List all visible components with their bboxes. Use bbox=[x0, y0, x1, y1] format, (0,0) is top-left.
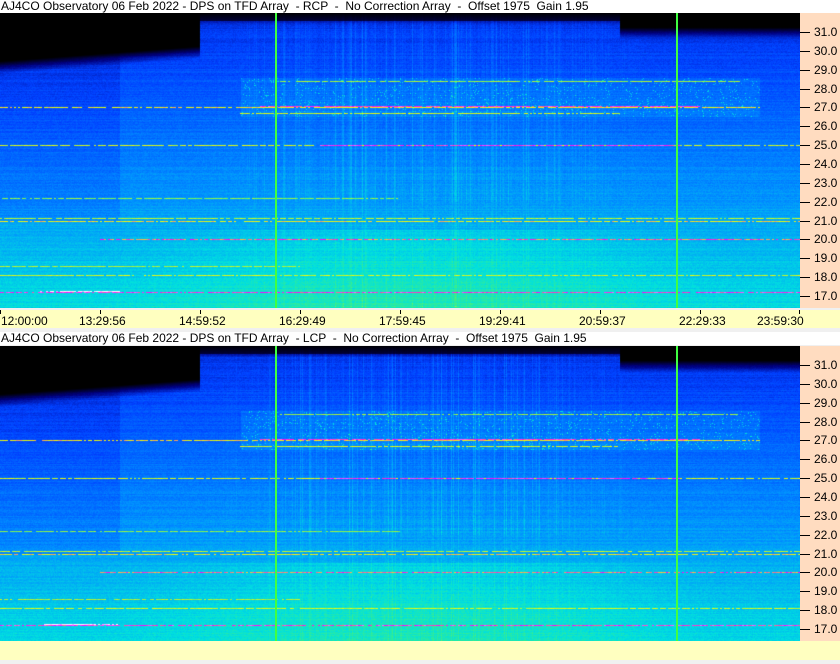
frequency-tick bbox=[800, 515, 810, 517]
frequency-label: 31.0 bbox=[814, 357, 838, 372]
time-label: 14:59:52 bbox=[179, 314, 226, 328]
frequency-tick bbox=[800, 239, 810, 241]
frequency-axis-rcp: 31.0 30.0 29.0 28.0 27.0 26.0 25.0 24.0 23.0 22.0… bbox=[800, 13, 840, 308]
panel-title-rcp: AJ4CO Observatory 06 Feb 2022 - DPS on T… bbox=[0, 0, 840, 13]
frequency-tick bbox=[800, 572, 810, 574]
frequency-label: 17.0 bbox=[814, 289, 838, 303]
frequency-label: 25.0 bbox=[814, 138, 838, 153]
frequency-tick bbox=[800, 126, 810, 128]
spectrogram-lcp[interactable] bbox=[0, 346, 800, 641]
frequency-axis-lcp: 31.0 30.0 29.0 28.0 27.0 26.0 25.0 24.0 23.0 22.0… bbox=[800, 346, 840, 641]
frequency-label: 30.0 bbox=[814, 376, 838, 391]
frequency-tick bbox=[800, 402, 810, 404]
frequency-label: 19.0 bbox=[814, 584, 838, 599]
frequency-tick bbox=[800, 220, 810, 222]
time-marker-line bbox=[275, 346, 277, 641]
frequency-label: 22.0 bbox=[814, 194, 838, 209]
frequency-tick bbox=[800, 201, 810, 203]
frequency-label: 27.0 bbox=[814, 433, 838, 448]
frequency-label: 22.0 bbox=[814, 527, 838, 542]
frequency-label: 26.0 bbox=[814, 119, 838, 134]
frequency-label: 21.0 bbox=[814, 546, 838, 561]
frequency-tick bbox=[800, 31, 810, 33]
frequency-tick bbox=[800, 69, 810, 71]
frequency-label: 20.0 bbox=[814, 565, 838, 580]
time-label: 16:29:49 bbox=[279, 314, 326, 328]
time-label: 13:29:56 bbox=[79, 314, 126, 328]
frequency-tick bbox=[800, 553, 810, 555]
frequency-label: 24.0 bbox=[814, 156, 838, 171]
frequency-tick bbox=[800, 383, 810, 385]
frequency-label: 18.0 bbox=[814, 270, 838, 285]
time-marker-line bbox=[676, 346, 678, 641]
frequency-label: 28.0 bbox=[814, 81, 838, 96]
time-label: 17:59:45 bbox=[379, 314, 426, 328]
time-label: 22:29:33 bbox=[679, 314, 726, 328]
frequency-label: 28.0 bbox=[814, 414, 838, 429]
frequency-tick bbox=[800, 478, 810, 480]
frequency-label: 29.0 bbox=[814, 395, 838, 410]
frequency-tick bbox=[800, 364, 810, 366]
frequency-tick bbox=[800, 421, 810, 423]
time-marker-line bbox=[275, 13, 277, 308]
frequency-tick bbox=[800, 296, 810, 297]
frequency-tick bbox=[800, 629, 810, 630]
frequency-label: 23.0 bbox=[814, 175, 838, 190]
frequency-label: 27.0 bbox=[814, 100, 838, 115]
frequency-label: 29.0 bbox=[814, 62, 838, 77]
frequency-label: 18.0 bbox=[814, 603, 838, 618]
time-label: 19:29:41 bbox=[479, 314, 526, 328]
frequency-label: 30.0 bbox=[814, 43, 838, 58]
frequency-label: 17.0 bbox=[814, 622, 838, 636]
spectrogram-canvas bbox=[0, 13, 800, 308]
frequency-tick bbox=[800, 277, 810, 279]
time-axis-empty bbox=[0, 641, 840, 660]
frequency-tick bbox=[800, 88, 810, 90]
frequency-label: 21.0 bbox=[814, 213, 838, 228]
frequency-label: 23.0 bbox=[814, 508, 838, 523]
frequency-label: 26.0 bbox=[814, 452, 838, 467]
frequency-label: 20.0 bbox=[814, 232, 838, 247]
frequency-label: 25.0 bbox=[814, 471, 838, 486]
frequency-tick bbox=[800, 440, 810, 442]
frequency-label: 24.0 bbox=[814, 489, 838, 504]
frequency-tick bbox=[800, 182, 810, 184]
frequency-tick bbox=[800, 107, 810, 109]
frequency-tick bbox=[800, 163, 810, 165]
frequency-tick bbox=[800, 610, 810, 612]
spectrogram-canvas bbox=[0, 346, 800, 641]
time-marker-line bbox=[676, 13, 678, 308]
frequency-tick bbox=[800, 534, 810, 536]
time-axis: 12:00:00 13:29:56 14:59:52 16:29:49 17:59:45… bbox=[0, 310, 840, 328]
frequency-tick bbox=[800, 591, 810, 593]
frequency-tick bbox=[800, 145, 810, 147]
spectrogram-rcp[interactable] bbox=[0, 13, 800, 308]
time-label: 23:59:30 bbox=[757, 314, 804, 328]
frequency-tick bbox=[800, 258, 810, 260]
panel-title-lcp: AJ4CO Observatory 06 Feb 2022 - DPS on T… bbox=[0, 332, 840, 345]
time-label: 20:59:37 bbox=[579, 314, 626, 328]
frequency-label: 31.0 bbox=[814, 24, 838, 39]
time-label: 12:00:00 bbox=[1, 314, 48, 328]
frequency-tick bbox=[800, 459, 810, 461]
frequency-label: 19.0 bbox=[814, 251, 838, 266]
frequency-tick bbox=[800, 496, 810, 498]
frequency-tick bbox=[800, 50, 810, 52]
